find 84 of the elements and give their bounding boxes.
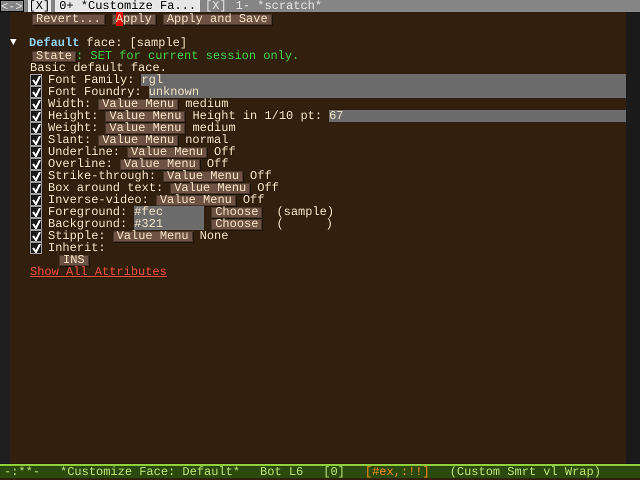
checkbox[interactable] [30,206,42,218]
attribute-value: Off [250,170,272,182]
state-message: : SET for current session only. [76,50,300,62]
face-documentation: Basic default face. [30,62,167,74]
number-field[interactable]: 67 [329,110,626,122]
attribute-label: Slant: [48,134,92,146]
toolbar-button[interactable]: Apply [112,14,156,24]
value-menu-button[interactable]: Value Menu [98,134,178,146]
sample-text: ( [276,218,284,230]
value-menu-button[interactable]: Value Menu [120,158,200,170]
value-menu-button[interactable]: Value Menu [98,98,178,110]
choose-button[interactable]: Choose [211,218,262,230]
close-tab-button[interactable]: [X] [204,0,228,12]
checkbox[interactable] [30,158,42,170]
attribute-value: normal [185,134,228,146]
field-label: Height in 1/10 pt: [192,110,322,122]
face-sample: [sample] [129,37,188,49]
value-menu-button[interactable]: Value Menu [170,182,250,194]
sample-text: (sample) [276,206,334,218]
text-field[interactable]: rgl [141,74,626,86]
attribute-value: medium [192,122,236,134]
attribute-label: Underline: [48,146,120,158]
attribute-label: Inherit: [48,242,106,254]
close-tab-button[interactable]: [X] [28,0,52,12]
tab[interactable]: 0+ *Customize Fa... [55,0,200,12]
status-text: -:**- [4,466,40,478]
value-menu-button[interactable]: Value Menu [127,146,208,158]
value-menu-button[interactable]: Value Menu [105,122,186,134]
checkbox[interactable] [30,98,42,110]
face-label: face: [86,37,122,49]
value-menu-button[interactable]: Value Menu [112,230,193,242]
attribute-label: Weight: [48,122,98,134]
attribute-label: Stipple: [48,230,106,242]
checkbox[interactable] [30,110,42,122]
face-name: Default [29,37,80,49]
status-text: [#ex,:!!] [364,466,430,478]
attribute-value: Off [206,158,228,170]
text-field[interactable]: unknown [148,86,626,98]
choose-button[interactable]: Choose [211,206,262,218]
triangle-icon[interactable]: ▼ [10,37,22,49]
attribute-value: medium [185,98,228,110]
checkbox[interactable] [30,182,42,194]
checkbox[interactable] [30,122,42,134]
checkbox[interactable] [30,170,42,182]
attribute-label: Font Family: [48,74,134,86]
tab-nav-button[interactable]: <-> [0,0,24,12]
checkbox[interactable] [30,134,42,146]
scrollbar[interactable] [626,12,640,464]
status-text: (Custom Smrt vl Wrap) [450,466,601,478]
tab[interactable]: 1- *scratch* [232,0,326,12]
checkbox[interactable] [30,146,42,158]
attribute-value: Off [257,182,279,194]
value-menu-button[interactable]: Value Menu [163,170,244,182]
attribute-label: Strike-through: [48,170,156,182]
status-text: Bot L6 [260,466,304,478]
attribute-label: Inverse-video: [48,194,149,206]
status-text: *Customize Face: Default* [60,466,240,478]
attribute-value: Off [214,146,236,158]
attribute-label: Font Foundry: [48,86,142,98]
show-all-attributes-link[interactable]: Show All Attributes [30,266,167,278]
toolbar-button[interactable]: Revert... [32,14,105,24]
attribute-label: Overline: [48,158,113,170]
checkbox[interactable] [30,218,42,230]
attribute-value: Off [242,194,264,206]
sample-text: ) [326,218,333,230]
status-text: [0] [323,466,345,478]
value-menu-button[interactable]: Value Menu [156,194,236,206]
state-button[interactable]: State [32,50,76,62]
color-field[interactable]: #321 [134,218,204,230]
checkbox[interactable] [30,194,42,206]
attribute-label: Box around text: [48,182,164,194]
toolbar-button[interactable]: Apply and Save [162,14,272,24]
attribute-label: Width: [48,98,92,110]
value-menu-button[interactable]: Value Menu [105,110,186,122]
checkbox[interactable] [30,230,42,242]
attribute-label: Background: [48,218,128,230]
checkbox[interactable] [30,242,42,254]
ins-button[interactable]: INS [59,254,89,266]
color-field[interactable]: #fec [134,206,204,218]
checkbox[interactable] [30,74,42,86]
checkbox[interactable] [30,86,42,98]
attribute-label: Foreground: [48,206,128,218]
attribute-label: Height: [48,110,98,122]
attribute-value: None [200,230,228,242]
